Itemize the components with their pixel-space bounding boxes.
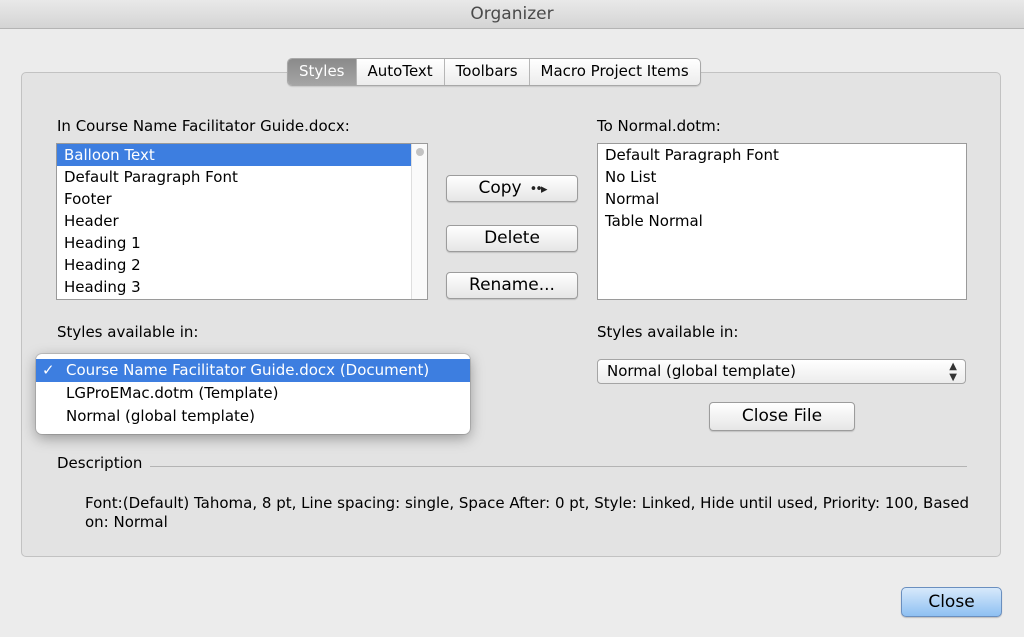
tab-styles[interactable]: Styles xyxy=(288,59,357,85)
list-item[interactable]: Footer xyxy=(57,188,427,210)
close-file-button[interactable]: Close File xyxy=(709,402,855,431)
popup-value: Normal (global template) xyxy=(607,362,796,380)
checkmark-icon: ✓ xyxy=(42,361,55,379)
list-item[interactable]: Table Normal xyxy=(598,210,966,232)
menu-item-global-template[interactable]: Normal (global template) xyxy=(36,405,470,428)
target-list-label: To Normal.dotm: xyxy=(597,117,721,135)
source-styles-list[interactable]: Balloon Text Default Paragraph Font Foot… xyxy=(56,143,428,300)
window-title: Organizer xyxy=(470,4,554,24)
copy-button-label: Copy xyxy=(478,178,522,198)
list-item[interactable]: Heading 1 xyxy=(57,232,427,254)
list-item[interactable]: Default Paragraph Font xyxy=(598,144,966,166)
list-item[interactable]: Heading 2 xyxy=(57,254,427,276)
list-item[interactable]: No List xyxy=(598,166,966,188)
list-item[interactable]: Normal xyxy=(598,188,966,210)
source-list-scrollbar[interactable] xyxy=(411,144,427,299)
target-styles-list[interactable]: Default Paragraph Font No List Normal Ta… xyxy=(597,143,967,300)
delete-button[interactable]: Delete xyxy=(446,225,578,252)
description-text: Font:(Default) Tahoma, 8 pt, Line spacin… xyxy=(85,494,970,531)
list-item[interactable]: Header xyxy=(57,210,427,232)
list-item[interactable]: Balloon Text xyxy=(57,144,427,166)
source-list-label: In Course Name Facilitator Guide.docx: xyxy=(57,117,350,135)
scrollbar-thumb[interactable] xyxy=(416,148,424,156)
menu-item-template[interactable]: LGProEMac.dotm (Template) xyxy=(36,382,470,405)
title-bar[interactable]: Organizer xyxy=(0,0,1024,29)
source-available-label: Styles available in: xyxy=(57,323,199,341)
tab-bar: Styles AutoText Toolbars Macro Project I… xyxy=(287,58,701,86)
rename-button[interactable]: Rename... xyxy=(446,272,578,299)
menu-item-document[interactable]: ✓ Course Name Facilitator Guide.docx (Do… xyxy=(36,359,470,382)
description-divider xyxy=(150,466,967,467)
list-item[interactable]: Heading 3 xyxy=(57,276,427,298)
list-item[interactable]: Default Paragraph Font xyxy=(57,166,427,188)
target-available-popup[interactable]: Normal (global template) ▲ ▼ xyxy=(597,359,966,384)
tab-autotext[interactable]: AutoText xyxy=(357,59,445,85)
source-available-menu[interactable]: ✓ Course Name Facilitator Guide.docx (Do… xyxy=(36,354,470,434)
tab-macro-project-items[interactable]: Macro Project Items xyxy=(530,59,700,85)
close-button[interactable]: Close xyxy=(901,587,1002,617)
up-down-arrows-icon: ▲ ▼ xyxy=(949,361,957,383)
description-label: Description xyxy=(57,454,143,472)
copy-button[interactable]: Copy ••▸ xyxy=(446,175,578,202)
tab-toolbars[interactable]: Toolbars xyxy=(445,59,530,85)
copy-arrow-icon: ••▸ xyxy=(529,182,548,197)
target-available-label: Styles available in: xyxy=(597,323,739,341)
menu-item-label: Course Name Facilitator Guide.docx (Docu… xyxy=(66,361,430,379)
